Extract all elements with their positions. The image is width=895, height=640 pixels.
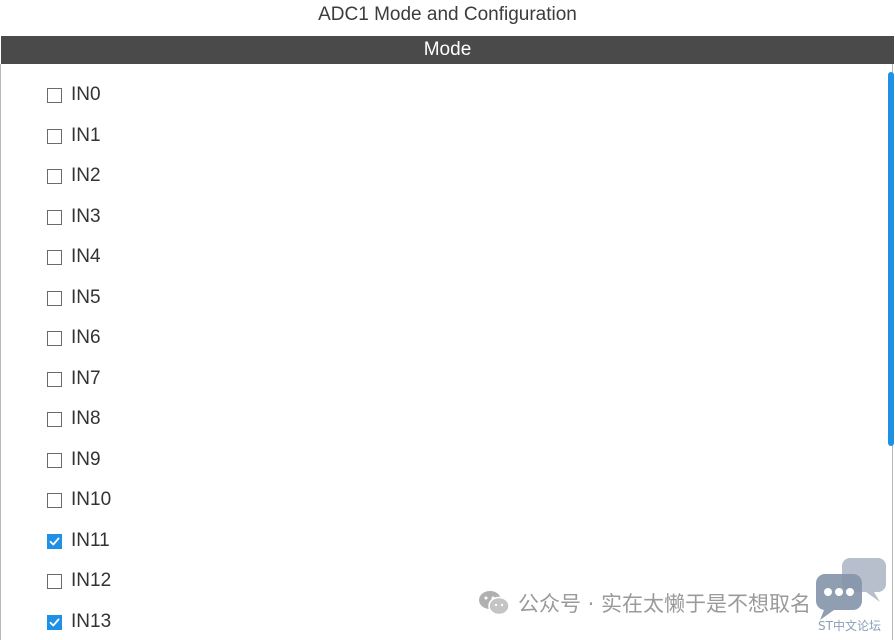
channel-label: IN8 [71,408,101,429]
mode-section-header[interactable]: Mode [1,36,894,64]
channel-item-in11[interactable]: IN11 [47,529,111,572]
panel-title: ADC1 Mode and Configuration [0,0,895,36]
in1-checkbox[interactable] [47,128,62,144]
channel-item-in10[interactable]: IN10 [47,490,111,531]
channel-item-in3[interactable]: IN3 [47,205,111,248]
channel-list: IN0 IN1 IN2 IN3 IN4 IN5 IN6 IN7 IN8 IN9 IN10 IN11 IN… [47,85,111,640]
watermark: 公众号 · 实在太懒于是不想取名 [478,588,811,618]
channel-label: IN12 [71,570,112,591]
channel-item-in0[interactable]: IN0 [47,85,111,126]
channel-label: IN0 [71,84,101,105]
channel-label: IN1 [71,124,101,146]
watermark-text: 公众号 · 实在太懒于是不想取名 [518,592,812,616]
channel-label: IN13 [71,610,112,632]
channel-label: IN5 [71,286,101,308]
in11-checkbox[interactable] [47,533,62,549]
channel-item-in12[interactable]: IN12 [47,571,111,612]
channel-item-in6[interactable]: IN6 [47,328,111,369]
channel-item-in1[interactable]: IN1 [47,124,111,167]
in12-checkbox[interactable] [47,574,62,589]
channel-item-in8[interactable]: IN8 [47,409,111,450]
in10-checkbox[interactable] [47,493,62,508]
channel-label: IN2 [71,165,101,186]
channel-item-in9[interactable]: IN9 [47,448,111,491]
channel-item-in13[interactable]: IN13 [47,610,112,640]
in7-checkbox[interactable] [47,371,62,387]
mode-content-area: IN0 IN1 IN2 IN3 IN4 IN5 IN6 IN7 IN8 IN9 IN10 IN11 IN… [0,64,893,640]
in5-checkbox[interactable] [47,290,62,306]
st-forum-logo-text: ST中文论坛 [818,619,881,633]
in8-checkbox[interactable] [47,412,62,427]
in0-checkbox[interactable] [47,88,62,103]
channel-label: IN6 [71,327,101,348]
checkmark-icon [49,537,60,545]
vertical-scrollbar[interactable] [888,72,894,446]
in4-checkbox[interactable] [47,250,62,265]
in9-checkbox[interactable] [47,452,62,468]
in3-checkbox[interactable] [47,209,62,225]
channel-label: IN7 [71,367,101,389]
checkmark-icon [49,618,60,626]
in6-checkbox[interactable] [47,331,62,346]
channel-label: IN11 [71,529,110,551]
in2-checkbox[interactable] [47,169,62,184]
channel-label: IN3 [71,205,101,227]
channel-label: IN4 [71,246,101,267]
channel-item-in7[interactable]: IN7 [47,367,111,410]
in13-checkbox[interactable] [47,614,62,630]
wechat-icon [479,591,510,616]
channel-label: IN9 [71,448,101,470]
channel-item-in4[interactable]: IN4 [47,247,111,288]
channel-item-in2[interactable]: IN2 [47,166,111,207]
channel-item-in5[interactable]: IN5 [47,286,111,329]
channel-label: IN10 [71,489,112,510]
